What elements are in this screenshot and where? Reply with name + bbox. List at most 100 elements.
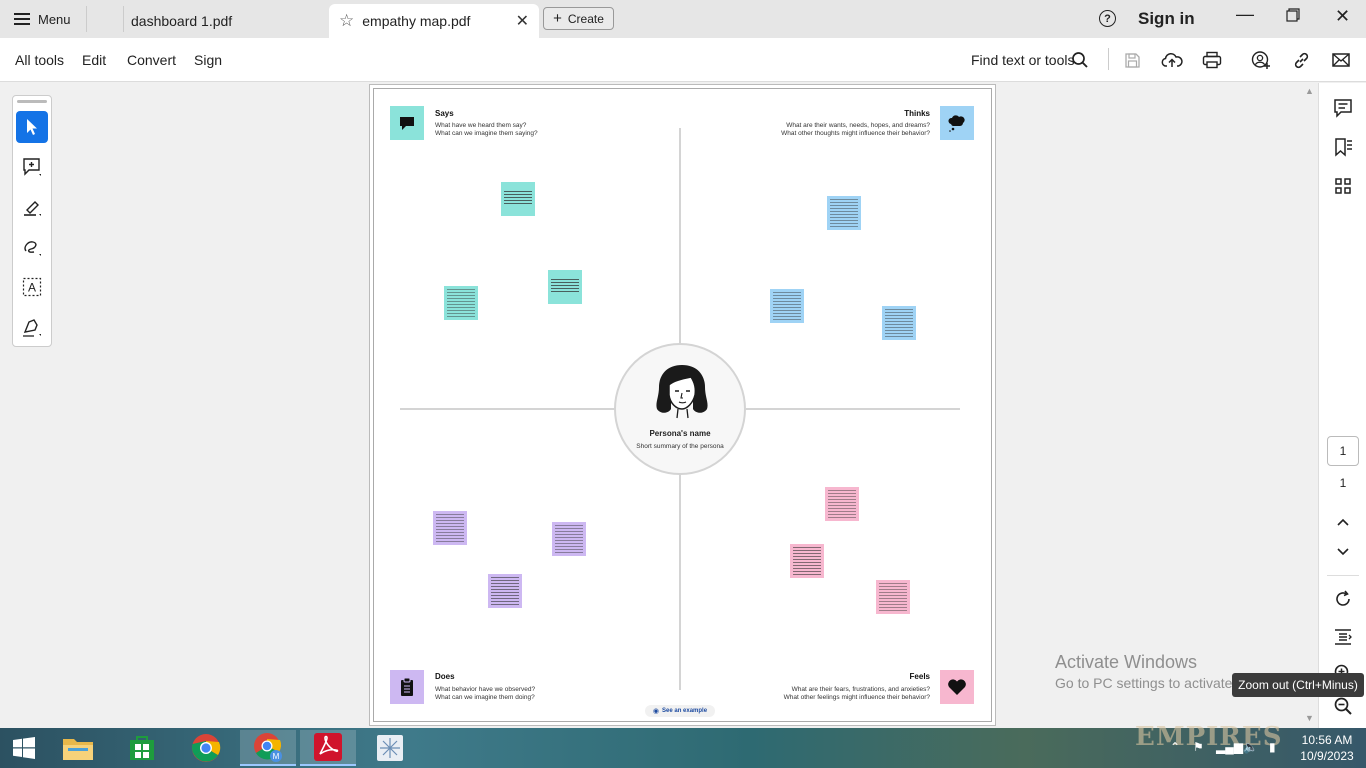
close-window-icon[interactable]: ✕	[1335, 6, 1350, 27]
sticky-note[interactable]	[876, 580, 910, 614]
link-icon[interactable]	[1290, 49, 1312, 71]
bookmarks-icon[interactable]	[1332, 136, 1354, 158]
tab-empathy-map[interactable]: ☆ empathy map.pdf ✕	[329, 4, 539, 38]
add-user-icon[interactable]	[1250, 49, 1272, 71]
add-comment-button[interactable]	[16, 151, 48, 183]
close-tab-icon[interactable]: ✕	[516, 11, 529, 31]
restore-icon[interactable]	[1286, 8, 1300, 27]
thumbnails-icon[interactable]	[1332, 175, 1354, 197]
thinks-icon	[940, 106, 974, 140]
svg-text:M: M	[273, 752, 280, 761]
folder-icon	[63, 739, 93, 760]
does-icon	[390, 670, 424, 704]
highlight-button[interactable]	[16, 191, 48, 223]
create-button[interactable]: + Create	[543, 7, 614, 30]
menu-convert[interactable]: Convert	[127, 52, 176, 68]
create-label: Create	[567, 11, 604, 26]
sticky-note[interactable]	[488, 574, 522, 608]
menu-label: Menu	[38, 11, 71, 27]
next-page-icon[interactable]	[1332, 541, 1354, 563]
page-number-input[interactable]: 1	[1327, 436, 1359, 466]
select-tool-button[interactable]	[16, 111, 48, 143]
show-hidden-icons[interactable]: ⌃	[1170, 740, 1180, 754]
rotate-icon[interactable]	[1332, 588, 1354, 610]
zoom-out-tooltip: Zoom out (Ctrl+Minus)	[1232, 673, 1364, 697]
fit-page-icon[interactable]	[1332, 626, 1354, 648]
zoom-in-icon[interactable]	[1332, 663, 1354, 673]
menu-edit[interactable]: Edit	[82, 52, 106, 68]
drag-handle[interactable]	[17, 100, 47, 103]
taskbar-clock[interactable]: 10:56 AM 10/9/2023	[1292, 732, 1362, 764]
persona-name: Persona's name	[649, 429, 711, 438]
acrobat-button[interactable]	[300, 730, 356, 766]
network-icon[interactable]: ▂▄▆	[1216, 740, 1243, 754]
draw-button[interactable]	[16, 231, 48, 263]
quick-tools-panel: A	[12, 95, 52, 347]
sticky-note[interactable]	[433, 511, 467, 545]
sticky-note[interactable]	[552, 522, 586, 556]
see-example-button[interactable]: ◉ See an example	[645, 705, 715, 717]
clock-time: 10:56 AM	[1301, 733, 1353, 747]
sticky-note[interactable]	[770, 289, 804, 323]
star-icon[interactable]: ☆	[339, 11, 354, 31]
help-icon[interactable]: ?	[1099, 10, 1116, 27]
cloud-upload-icon[interactable]	[1161, 49, 1183, 71]
snipping-tool-button[interactable]	[362, 730, 418, 766]
sticky-note[interactable]	[827, 196, 861, 230]
sticky-note[interactable]	[882, 306, 916, 340]
sign-in-button[interactable]: Sign in	[1138, 9, 1195, 29]
chrome-icon	[192, 734, 221, 762]
says-icon	[390, 106, 424, 140]
find-text-label[interactable]: Find text or tools	[971, 52, 1075, 68]
sidebar-divider	[1327, 575, 1359, 576]
thinks-title: Thinks	[904, 109, 930, 118]
menu-button[interactable]: Menu	[14, 8, 71, 30]
sticky-note[interactable]	[825, 487, 859, 521]
does-subtitle: What behavior have we observed? What can…	[435, 686, 535, 702]
menu-sign[interactable]: Sign	[194, 52, 222, 68]
scroll-down-arrow-icon[interactable]: ▼	[1305, 713, 1314, 723]
text-box-icon: A	[22, 277, 42, 297]
tab-dashboard[interactable]: dashboard 1.pdf	[118, 4, 328, 38]
email-icon[interactable]	[1330, 49, 1352, 71]
feels-subtitle: What are their fears, frustrations, and …	[730, 686, 930, 702]
file-explorer-button[interactable]	[50, 730, 106, 766]
battery-icon[interactable]: ▮	[1269, 740, 1276, 754]
minimize-icon[interactable]: —	[1236, 4, 1254, 25]
comments-icon[interactable]	[1332, 97, 1354, 119]
chrome-profile-button[interactable]: M	[240, 730, 296, 766]
sticky-text-lines	[879, 583, 907, 611]
menu-all-tools[interactable]: All tools	[15, 52, 64, 68]
microsoft-store-button[interactable]	[114, 730, 170, 766]
start-button[interactable]	[0, 730, 48, 766]
grid-app-icon	[377, 735, 403, 761]
zoom-out-icon[interactable]	[1332, 695, 1354, 717]
previous-page-icon[interactable]	[1332, 511, 1354, 533]
sticky-note[interactable]	[444, 286, 478, 320]
eye-icon: ◉	[652, 708, 660, 715]
volume-icon[interactable]: 🔈	[1243, 740, 1258, 754]
says-line1: What have we heard them say?	[435, 122, 527, 129]
sticky-text-lines	[447, 289, 475, 317]
page-total: 1	[1339, 476, 1347, 490]
sticky-note[interactable]	[501, 182, 535, 216]
chrome-button[interactable]	[178, 730, 234, 766]
print-icon[interactable]	[1201, 49, 1223, 71]
vertical-scrollbar[interactable]: ▲ ▼	[1302, 83, 1318, 728]
sticky-note[interactable]	[548, 270, 582, 304]
sticky-text-lines	[885, 309, 913, 337]
highlighter-icon	[24, 201, 41, 216]
does-line1: What behavior have we observed?	[435, 686, 536, 693]
search-icon[interactable]	[1069, 49, 1091, 71]
persona-summary: Short summary of the persona	[636, 443, 724, 450]
scroll-up-arrow-icon[interactable]: ▲	[1305, 86, 1314, 96]
sign-tool-button[interactable]	[16, 311, 48, 343]
sticky-note[interactable]	[790, 544, 824, 578]
flag-icon[interactable]: ⚑	[1193, 740, 1204, 754]
toolbar-divider	[1108, 48, 1109, 70]
feels-line2: What other feelings might influence thei…	[783, 694, 930, 701]
save-icon[interactable]	[1121, 49, 1143, 71]
windows-taskbar: M EMPIRES ⌃ ⚑ ▂▄▆ 🔈 ▮ 10:56 AM 10/9/2023	[0, 722, 1366, 768]
sticky-text-lines	[555, 525, 583, 553]
add-text-button[interactable]: A	[16, 271, 48, 303]
